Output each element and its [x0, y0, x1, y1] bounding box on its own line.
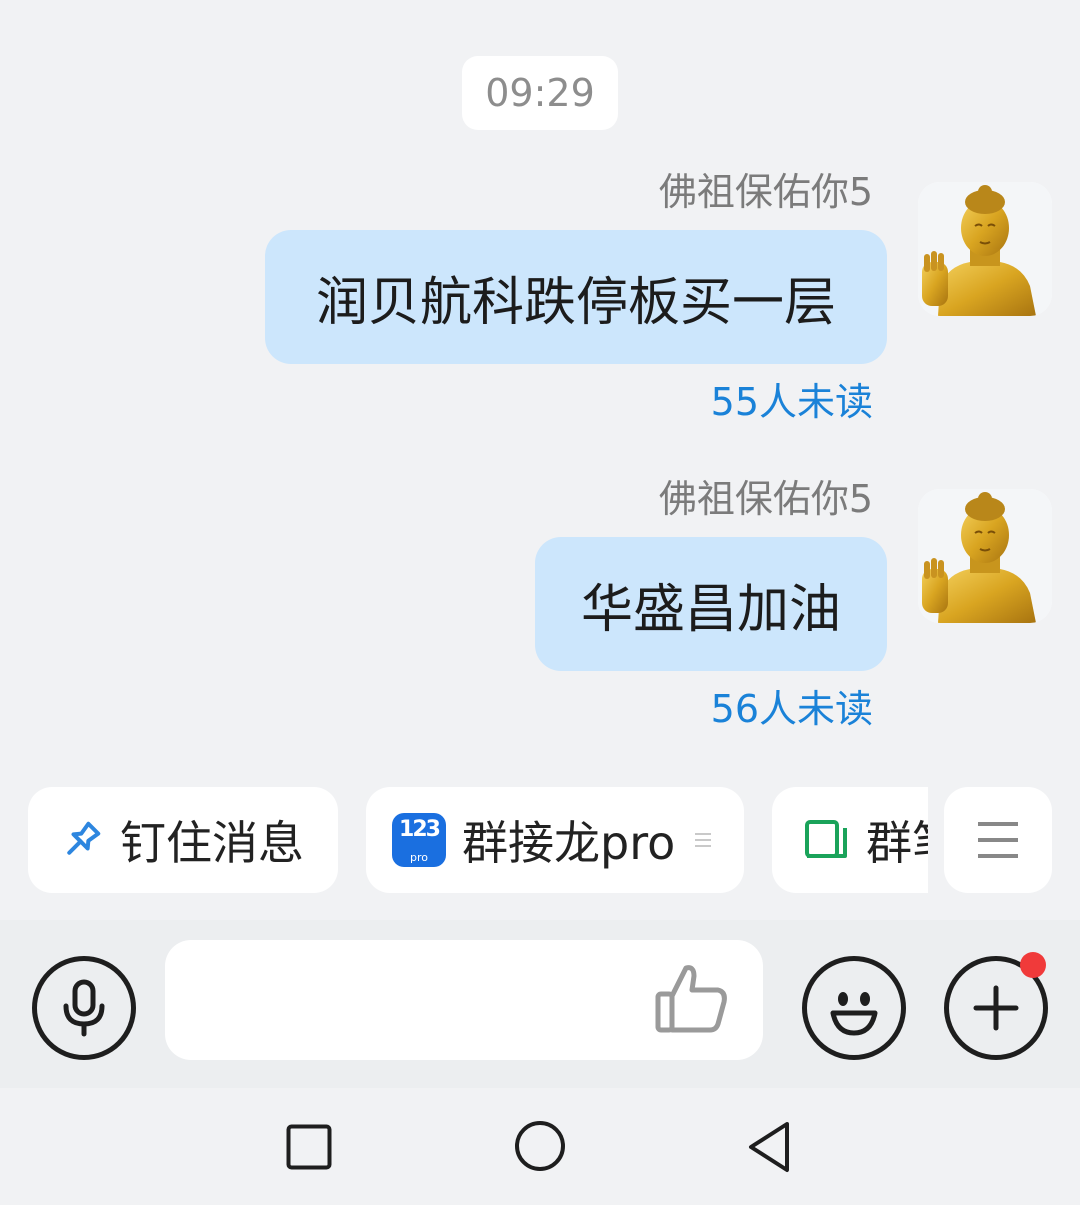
home-button[interactable]	[510, 1116, 570, 1176]
more-shortcuts-button[interactable]	[944, 787, 1052, 893]
thumbs-up-icon	[655, 965, 727, 1033]
chat-screen: 09:29 佛祖保佑你5 润贝航科跌停板买一层 55人未读 佛祖保佑你5 华盛昌…	[0, 0, 1080, 1205]
message-bubble[interactable]: 华盛昌加油	[535, 537, 887, 671]
shortcut-label: 钉住消息	[120, 816, 304, 870]
solitaire-app-icon: 123 pro	[392, 813, 446, 867]
avatar[interactable]	[918, 489, 1052, 623]
unread-count-link[interactable]: 55人未读	[711, 382, 873, 422]
smiley-icon	[830, 992, 878, 1036]
buddha-statue-image	[918, 182, 1052, 316]
circle-icon	[515, 1121, 565, 1171]
voice-input-button[interactable]	[32, 956, 136, 1060]
menu-icon	[978, 822, 1018, 858]
unread-count-link[interactable]: 56人未读	[711, 689, 873, 729]
shortcut-label: 群笔记	[866, 816, 928, 870]
message-sender-name: 佛祖保佑你5	[658, 477, 873, 521]
drag-handle-icon	[695, 833, 712, 847]
notification-dot	[1020, 952, 1046, 978]
back-triangle-icon	[749, 1122, 789, 1172]
group-notes-shortcut[interactable]: 群笔记	[772, 787, 928, 893]
message-sender-name: 佛祖保佑你5	[658, 170, 873, 214]
app-icon-pro-label: pro	[410, 851, 428, 864]
book-icon	[805, 820, 847, 858]
plus-icon	[973, 985, 1019, 1031]
microphone-icon	[63, 979, 105, 1037]
recent-apps-button[interactable]	[280, 1118, 338, 1176]
avatar[interactable]	[918, 182, 1052, 316]
pin-message-shortcut[interactable]: 钉住消息	[28, 787, 338, 893]
buddha-statue-image	[918, 489, 1052, 623]
app-icon-digits: 123	[399, 817, 441, 842]
solitaire-pro-shortcut[interactable]: 123 pro 群接龙pro	[366, 787, 744, 893]
square-icon	[286, 1124, 332, 1170]
thumbs-up-button[interactable]	[654, 962, 730, 1038]
message-bubble[interactable]: 润贝航科跌停板买一层	[265, 230, 887, 364]
message-timestamp: 09:29	[462, 56, 618, 130]
shortcut-label: 群接龙pro	[462, 816, 676, 870]
emoji-button[interactable]	[802, 956, 906, 1060]
pin-icon	[67, 821, 101, 855]
back-button[interactable]	[740, 1118, 798, 1176]
